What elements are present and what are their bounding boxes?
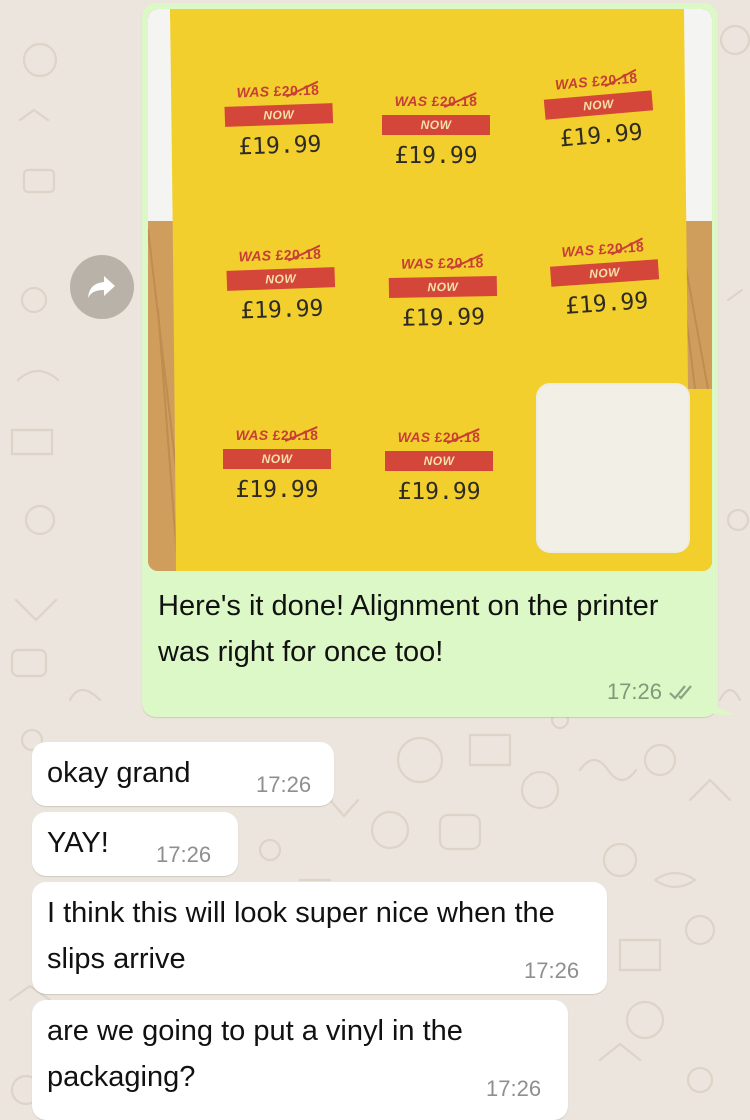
price-label: WAS £20.18 NOW £19.99	[364, 428, 514, 505]
incoming-message-bubble[interactable]: YAY! 17:26	[32, 812, 238, 876]
message-time: 17:26	[256, 772, 312, 797]
message-text: YAY!	[47, 827, 109, 859]
incoming-message-bubble[interactable]: I think this will look super nice when t…	[32, 882, 607, 994]
double-check-icon	[669, 685, 692, 700]
message-text: are we going to put a vinyl in the packa…	[47, 1015, 463, 1093]
forward-button[interactable]	[70, 255, 134, 319]
message-time: 17:26	[486, 1076, 542, 1101]
incoming-message-bubble[interactable]: okay grand 17:26	[32, 742, 334, 806]
message-text: okay grand	[47, 757, 191, 789]
message-photo[interactable]: WAS £20.18 NOW £19.99 WAS £20.18 NOW £19…	[148, 9, 712, 571]
message-text: I think this will look super nice when t…	[47, 897, 555, 975]
message-text: Here's it done! Alignment on the printer…	[158, 590, 659, 668]
price-label: WAS £20.18 NOW £19.99	[521, 67, 677, 156]
price-label: WAS £20.18 NOW £19.99	[202, 426, 352, 503]
outgoing-message-bubble[interactable]: WAS £20.18 NOW £19.99 WAS £20.18 NOW £19…	[142, 3, 718, 717]
message-meta: 17:26	[607, 679, 698, 705]
price-label: WAS £20.18 NOW £19.99	[361, 92, 511, 169]
bubble-tail	[700, 682, 736, 715]
price-label: WAS £20.18 NOW £19.99	[205, 244, 358, 325]
message-time: 17:26	[606, 679, 662, 704]
incoming-message-bubble[interactable]: are we going to put a vinyl in the packa…	[32, 1000, 568, 1120]
price-label: WAS £20.18 NOW £19.99	[203, 80, 356, 161]
forward-arrow-icon	[88, 276, 115, 298]
message-time: 17:26	[156, 842, 212, 867]
price-label: WAS £20.18 NOW £19.99	[367, 253, 518, 333]
price-label: WAS £20.18 NOW £19.99	[528, 236, 683, 322]
message-time: 17:26	[524, 958, 580, 983]
